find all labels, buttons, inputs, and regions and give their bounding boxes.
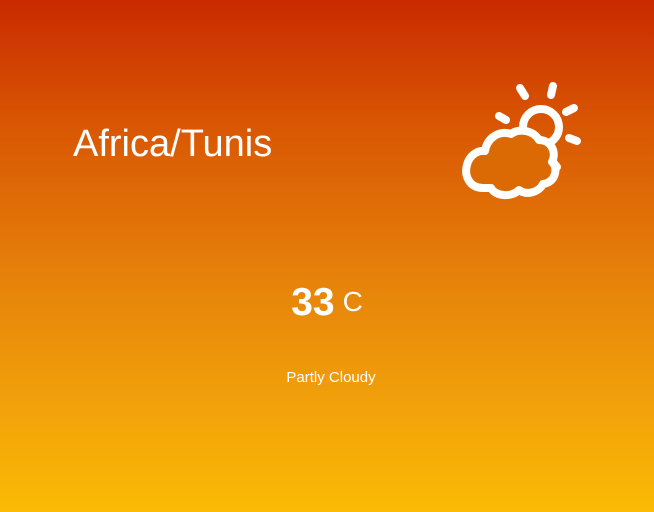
weather-condition: Partly Cloudy xyxy=(286,369,376,386)
temperature-display: 33 C xyxy=(0,281,654,325)
location-title: Africa/Tunis xyxy=(73,123,273,165)
weather-card: Africa/Tunis 33 C Partly Cloudy xyxy=(0,0,654,512)
partly-cloudy-icon xyxy=(455,80,593,202)
temperature-unit: C xyxy=(342,286,363,317)
temperature-value: 33 xyxy=(291,281,335,324)
